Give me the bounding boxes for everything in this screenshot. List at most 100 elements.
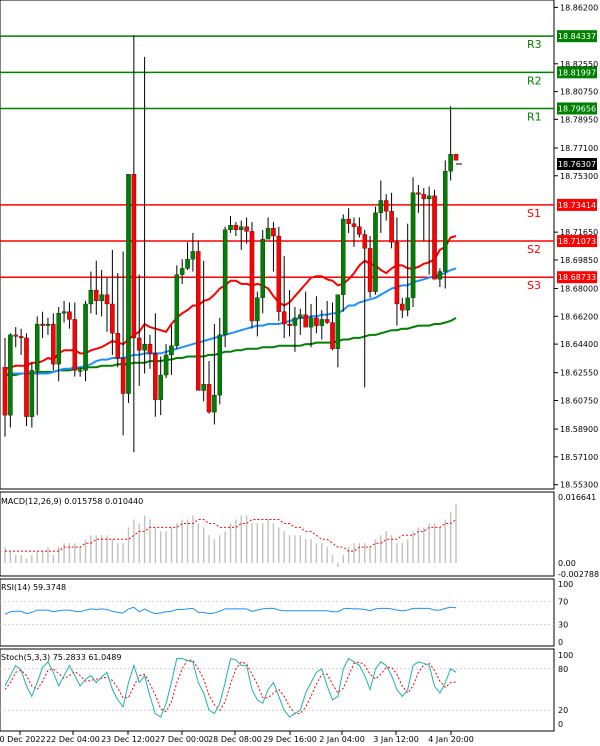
candle-body xyxy=(153,353,158,400)
candle-body xyxy=(136,337,142,351)
candle-body xyxy=(45,323,51,326)
candle-body xyxy=(174,274,180,346)
time-axis-label: 22 Dec 04:00 xyxy=(46,735,100,744)
candle-body xyxy=(217,334,223,396)
candle-body xyxy=(169,345,174,356)
candle-body xyxy=(432,195,437,280)
candle-body xyxy=(206,384,212,413)
candle-body xyxy=(260,238,265,298)
candle-body xyxy=(126,174,131,394)
price-axis-tick-label: 18.75300 xyxy=(560,172,598,181)
candle-body xyxy=(394,242,400,305)
candle-body xyxy=(142,343,147,351)
candle-body xyxy=(335,294,341,349)
candle-body xyxy=(228,225,233,230)
candle-body xyxy=(94,289,99,302)
price-axis-tick-label: 18.55300 xyxy=(560,481,598,490)
level-name-r1: R1 xyxy=(527,110,542,123)
price-axis-tick-label: 18.66200 xyxy=(560,312,598,321)
time-axis-label: 3 Jan 12:00 xyxy=(373,735,419,744)
level-name-s2: S2 xyxy=(527,243,541,256)
macd-axis-label: -0.002788 xyxy=(558,570,599,579)
candle-body xyxy=(24,337,29,417)
candle-body xyxy=(367,248,373,292)
level-name-s1: S1 xyxy=(527,207,541,220)
candle-body xyxy=(222,229,228,336)
price-axis-tick-label: 18.77100 xyxy=(560,144,598,153)
candle-body xyxy=(314,317,319,326)
rsi-axis-label: 0 xyxy=(558,638,563,647)
candle-body xyxy=(400,303,405,311)
price-axis-tick-label: 18.68000 xyxy=(560,285,598,294)
level-price-label: 18.73414 xyxy=(558,201,596,210)
candle-body xyxy=(244,226,249,232)
candle-body xyxy=(287,323,292,326)
time-axis-label: 4 Jan 20:00 xyxy=(428,735,474,744)
level-price-label: 18.84337 xyxy=(558,32,596,41)
price-axis-tick-label: 18.58900 xyxy=(560,425,598,434)
candle-body xyxy=(51,323,56,365)
candle-body xyxy=(416,192,421,195)
rsi-axis-label: 30 xyxy=(558,621,568,630)
level-price-label: 18.68733 xyxy=(558,273,596,282)
candle-body xyxy=(351,223,357,227)
candle-body xyxy=(99,294,104,302)
candle-body xyxy=(330,322,335,349)
candle-body xyxy=(443,170,448,272)
candle-body xyxy=(308,317,314,328)
candle-body xyxy=(437,271,443,280)
candle-body xyxy=(158,374,163,400)
time-axis-label: 23 Dec 12:00 xyxy=(101,735,155,744)
current-price-label: 18.76307 xyxy=(558,160,596,169)
candle-body xyxy=(453,153,459,161)
chart-background xyxy=(0,0,600,746)
candle-body xyxy=(8,334,13,416)
candle-body xyxy=(346,218,351,224)
time-axis-label: 28 Dec 08:00 xyxy=(208,735,262,744)
stoch-label: Stoch(5,3,3) 75.2833 61.0489 xyxy=(1,653,121,662)
candle-body xyxy=(238,226,244,230)
price-axis-tick-label: 18.80750 xyxy=(560,88,598,97)
candle-body xyxy=(292,317,298,326)
time-axis-label: 20 Dec 2022 xyxy=(0,735,46,744)
rsi-axis-label: 100 xyxy=(558,580,573,589)
stoch-axis-label: 0 xyxy=(558,720,563,729)
candle-body xyxy=(110,303,115,334)
candle-body xyxy=(362,234,367,249)
candle-body xyxy=(201,384,206,391)
candle-body xyxy=(29,370,35,417)
candle-body xyxy=(421,194,427,200)
candle-body xyxy=(163,354,169,376)
rsi-label: RSI(14) 59.3748 xyxy=(1,583,66,592)
macd-axis-label: 0.00 xyxy=(558,559,576,568)
candle-body xyxy=(185,259,190,269)
candle-body xyxy=(83,303,88,371)
candle-body xyxy=(2,367,8,416)
chart: R3 18.84337 R2 18.81997 R1 18.79656 S1 18.73414… xyxy=(0,0,600,746)
candle-body xyxy=(303,314,308,328)
price-axis-tick-label: 18.71650 xyxy=(560,228,598,237)
macd-axis-label: 0.016641 xyxy=(558,493,596,502)
candle-body xyxy=(448,153,453,172)
candle-body xyxy=(67,311,72,320)
candle-body xyxy=(281,311,287,325)
candle-body xyxy=(319,319,325,326)
candle-body xyxy=(378,200,384,213)
level-name-r2: R2 xyxy=(527,74,542,87)
candle-body xyxy=(13,334,18,337)
candle-body xyxy=(357,226,362,235)
candle-body xyxy=(88,289,94,305)
candle-body xyxy=(298,314,303,319)
candle-body xyxy=(405,297,410,311)
stoch-axis-label: 20 xyxy=(558,706,568,715)
candle-body xyxy=(61,311,67,314)
macd-label: MACD(12,26,9) 0.015758 0.010440 xyxy=(1,497,143,506)
candle-body xyxy=(276,235,282,312)
level-price-label: 18.81997 xyxy=(558,68,596,77)
price-axis-tick-label: 18.57100 xyxy=(560,453,598,462)
level-name-s3: S3 xyxy=(527,279,541,292)
level-price-label: 18.79656 xyxy=(558,104,596,113)
price-axis-tick-label: 18.86200 xyxy=(560,3,598,12)
candle-body xyxy=(373,212,378,292)
candle-body xyxy=(147,343,153,354)
